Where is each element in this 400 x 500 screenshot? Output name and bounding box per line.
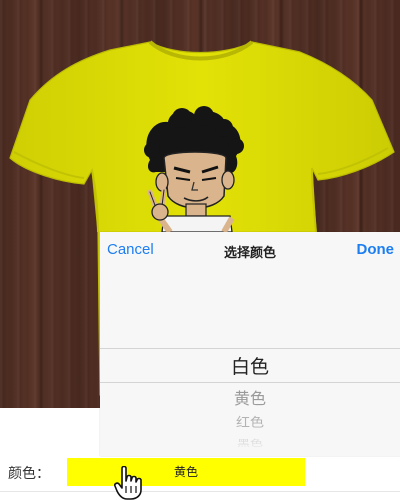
done-button[interactable]: Done: [357, 241, 395, 258]
wheel-option[interactable]: 黄色: [100, 385, 400, 409]
color-wheel[interactable]: 白色 黄色 红色 黑色: [100, 270, 400, 456]
color-form-row: 颜色： 黄色: [0, 456, 400, 500]
color-label: 颜色：: [8, 466, 50, 482]
color-select-value: 黄色: [173, 465, 198, 479]
selection-line-top: [100, 348, 400, 349]
color-picker-sheet: Cancel 选择颜色 Done 白色 黄色 红色 黑色: [100, 232, 400, 456]
wheel-fade: [100, 430, 400, 456]
color-select-field[interactable]: 黄色: [67, 458, 305, 486]
wheel-option-selected[interactable]: 白色: [100, 352, 400, 379]
row-divider: [0, 491, 400, 492]
selection-line-bottom: [100, 382, 400, 383]
picker-toolbar: Cancel 选择颜色 Done: [100, 232, 400, 270]
hand-pointer-icon: [114, 466, 142, 500]
wheel-option[interactable]: 红色: [100, 413, 400, 431]
picker-title: 选择颜色: [223, 246, 276, 261]
